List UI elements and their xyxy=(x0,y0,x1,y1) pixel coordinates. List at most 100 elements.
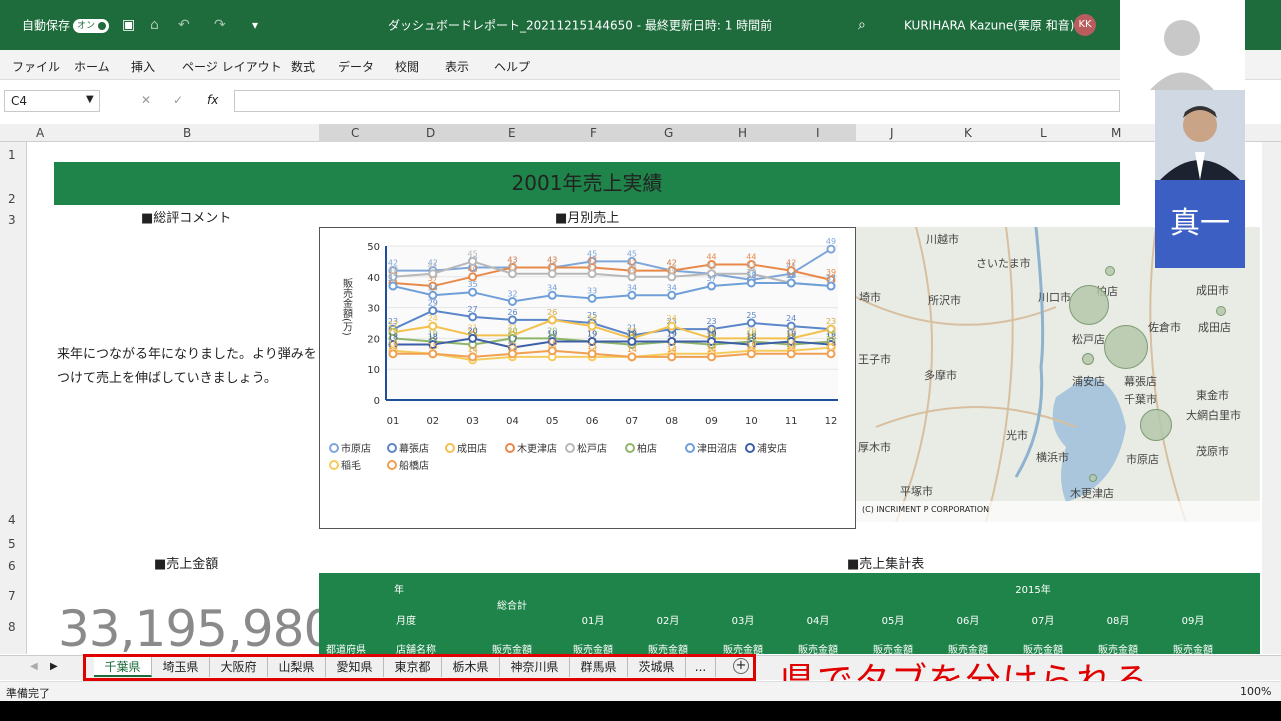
store-bubble[interactable] xyxy=(1140,409,1172,441)
row-header-1[interactable]: 1 xyxy=(8,148,16,162)
table-month-header: 06月 xyxy=(956,616,980,627)
redo-icon[interactable]: ↷ xyxy=(214,17,226,33)
tokyo-bay xyxy=(1052,377,1126,502)
row-header-8[interactable]: 8 xyxy=(8,620,16,634)
data-point xyxy=(587,293,597,303)
menu-insert[interactable]: 挿入 xyxy=(131,58,155,75)
x-tick-label: 09 xyxy=(705,416,718,427)
name-box-dropdown-icon[interactable]: ▼ xyxy=(86,94,94,105)
data-label: 37 xyxy=(706,274,716,283)
user-name[interactable]: KURIHARA Kazune(栗原 和音) xyxy=(904,17,1074,34)
undo-icon[interactable]: ↶ xyxy=(178,17,190,33)
store-bubble[interactable] xyxy=(1082,353,1094,365)
map-label: 成田市 xyxy=(1196,284,1229,297)
col-header-j[interactable]: J xyxy=(890,126,894,140)
map-label: 幕張店 xyxy=(1124,375,1157,388)
user-avatar[interactable]: KK xyxy=(1074,14,1096,36)
tab-scroll-left-icon[interactable]: ◀ xyxy=(30,661,38,672)
menu-page-layout[interactable]: ページ レイアウト xyxy=(182,58,282,75)
col-header-b[interactable]: B xyxy=(183,126,191,140)
store-map[interactable]: 川越市 さいたま市 所沢市 川口市 柏店 成田市 佐倉市 成田店 松戸店 浦安店 幕張店 千葉市 東金市… xyxy=(856,227,1260,522)
comment-text[interactable]: 来年につながる年になりました。より弾みをつけて売上を伸ばしていきましょう。 xyxy=(57,343,317,391)
menu-review[interactable]: 校閲 xyxy=(395,58,419,75)
autosave-label: 自動保存 xyxy=(22,18,71,33)
col-header-h[interactable]: H xyxy=(738,126,747,140)
table-month-header: 02月 xyxy=(656,616,680,627)
col-header-l[interactable]: L xyxy=(1040,126,1047,140)
data-label: 19 xyxy=(667,329,677,338)
data-point xyxy=(547,315,557,325)
data-label: 40 xyxy=(468,265,478,274)
lock-icon[interactable]: ⌂ xyxy=(150,17,159,33)
col-header-m[interactable]: M xyxy=(1111,126,1121,140)
screen-bottom-edge xyxy=(0,701,1281,721)
data-point xyxy=(667,272,677,282)
menu-view[interactable]: 表示 xyxy=(445,58,469,75)
col-header-g[interactable]: G xyxy=(664,126,673,140)
col-header-i[interactable]: I xyxy=(816,126,820,140)
data-label: 15 xyxy=(428,342,438,351)
data-point xyxy=(507,269,517,279)
enter-icon[interactable]: ✓ xyxy=(173,93,183,107)
legend-label: 木更津店 xyxy=(517,442,557,455)
row-header-7[interactable]: 7 xyxy=(8,589,16,603)
store-bubble[interactable] xyxy=(1069,285,1109,325)
search-icon[interactable]: ⌕ xyxy=(858,17,866,33)
store-bubble[interactable] xyxy=(1089,474,1097,482)
function-icon[interactable]: fx xyxy=(207,93,218,107)
save-icon[interactable]: ▣ xyxy=(122,17,135,33)
y-tick-label: 0 xyxy=(374,396,380,407)
data-point xyxy=(547,290,557,300)
row-header-4[interactable]: 4 xyxy=(8,513,16,527)
menu-formulas[interactable]: 数式 xyxy=(291,58,315,75)
col-header-k[interactable]: K xyxy=(964,126,972,140)
menu-home[interactable]: ホーム xyxy=(74,58,110,75)
video-name-tag: 真一 xyxy=(1155,180,1245,268)
menu-help[interactable]: ヘルプ xyxy=(494,58,530,75)
formula-input[interactable] xyxy=(234,90,1120,112)
table-month-header: 08月 xyxy=(1106,616,1130,627)
customize-toolbar-icon[interactable]: ▾ xyxy=(252,18,258,32)
data-point xyxy=(468,287,478,297)
monthly-sales-chart[interactable]: 0 10 20 30 40 50 01 02 03 04 05 06 07 08 09 10 11 12 販売金額(… xyxy=(319,227,856,529)
tab-scroll-right-icon[interactable]: ▶ xyxy=(50,661,58,672)
menu-file[interactable]: ファイル xyxy=(12,58,60,75)
map-label: 松戸店 xyxy=(1072,333,1105,346)
menu-data[interactable]: データ xyxy=(338,58,374,75)
col-header-c[interactable]: C xyxy=(351,126,359,140)
col-header-a[interactable]: A xyxy=(36,126,44,140)
row-header-5[interactable]: 5 xyxy=(8,537,16,551)
col-header-f[interactable]: F xyxy=(590,126,597,140)
y-tick-label: 30 xyxy=(367,304,380,315)
col-header-e[interactable]: E xyxy=(508,126,516,140)
store-bubble[interactable] xyxy=(1105,266,1115,276)
data-point xyxy=(468,333,478,343)
sales-total-value[interactable]: 33,195,980 xyxy=(58,600,335,658)
store-bubble[interactable] xyxy=(1104,325,1148,369)
data-point xyxy=(547,269,557,279)
sales-summary-table[interactable]: 年 月度 総合計 2015年 都道府県 店舗名称 販売金額 01月 販売金額 02月… xyxy=(319,573,1260,656)
row-header-2[interactable]: 2 xyxy=(8,192,16,206)
data-point xyxy=(507,349,517,359)
document-title[interactable]: ダッシュボードレポート_20211215144650 - 最終更新日時: 1 時… xyxy=(388,17,772,34)
col-header-d[interactable]: D xyxy=(426,126,435,140)
map-svg xyxy=(856,227,1187,522)
data-point xyxy=(627,290,637,300)
map-label: 川口市 xyxy=(1038,291,1071,304)
report-title-banner[interactable]: 2001年売上実績 xyxy=(54,162,1120,205)
zoom-level[interactable]: 100% xyxy=(1240,685,1271,698)
row-header-3[interactable]: 3 xyxy=(8,213,16,227)
autosave-toggle[interactable]: オン xyxy=(73,19,109,33)
data-label: 41 xyxy=(428,262,438,271)
map-label: 厚木市 xyxy=(858,441,891,454)
x-tick-label: 10 xyxy=(745,416,758,427)
data-label: 19 xyxy=(627,329,637,338)
data-label: 41 xyxy=(706,262,716,271)
store-bubble[interactable] xyxy=(1216,306,1226,316)
data-point xyxy=(468,352,478,362)
vertical-scrollbar[interactable] xyxy=(1262,142,1281,654)
data-label: 24 xyxy=(667,314,677,323)
cancel-icon[interactable]: ✕ xyxy=(141,93,151,107)
row-header-6[interactable]: 6 xyxy=(8,559,16,573)
legend-marker xyxy=(505,443,515,453)
